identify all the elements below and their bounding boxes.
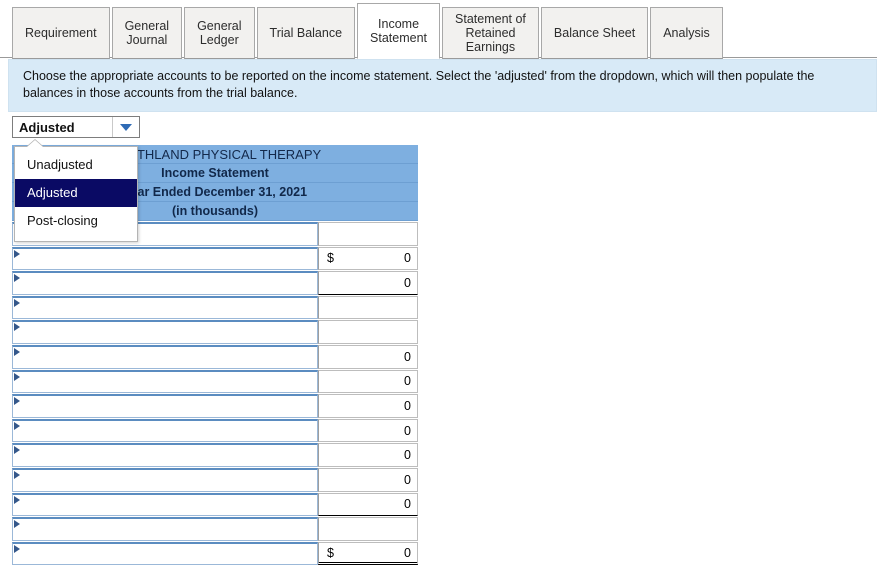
dropdown-option-unadjusted[interactable]: Unadjusted (15, 151, 137, 179)
table-row: $0 (12, 541, 418, 566)
table-row: 0 (12, 271, 418, 295)
account-name-cell[interactable] (12, 295, 318, 320)
table-row: $0 (12, 246, 418, 271)
tab-trial-balance[interactable]: Trial Balance (256, 7, 356, 59)
table-row (12, 320, 418, 344)
dropdown-notch-icon (27, 140, 43, 147)
expand-triangle-icon[interactable] (14, 495, 20, 504)
currency-symbol: $ (327, 251, 334, 266)
adjustment-select-value: Adjusted (19, 119, 75, 135)
account-name-cell[interactable] (12, 271, 318, 295)
amount-value: 0 (404, 398, 411, 413)
table-row (12, 295, 418, 320)
account-name-cell[interactable] (12, 492, 318, 517)
account-name-cell[interactable] (12, 344, 318, 369)
amount-value: 0 (404, 251, 411, 266)
expand-triangle-icon[interactable] (14, 372, 20, 381)
amount-cell[interactable]: 0 (318, 418, 418, 443)
amount-cell[interactable]: 0 (318, 443, 418, 467)
account-name-cell[interactable] (12, 443, 318, 467)
amount-cell[interactable]: 0 (318, 369, 418, 394)
dropdown-option-post-closing[interactable]: Post-closing (15, 207, 137, 235)
table-row: 0 (12, 467, 418, 492)
amount-cell[interactable] (318, 295, 418, 320)
tab-general-journal[interactable]: General Journal (111, 7, 183, 59)
account-name-cell[interactable] (12, 369, 318, 394)
amount-value: 0 (404, 349, 411, 364)
amount-cell[interactable] (318, 222, 418, 246)
expand-triangle-icon[interactable] (14, 397, 20, 406)
account-name-cell[interactable] (12, 541, 318, 566)
account-name-cell[interactable] (12, 467, 318, 492)
chevron-down-icon[interactable] (112, 117, 139, 137)
table-row: 0 (12, 443, 418, 467)
table-row (12, 517, 418, 541)
expand-triangle-icon[interactable] (14, 544, 20, 553)
amount-cell[interactable] (318, 517, 418, 541)
tab-strip: Requirement General Journal General Ledger… (0, 0, 895, 59)
tab-balance-sheet[interactable]: Balance Sheet (540, 7, 649, 59)
amount-value: 0 (404, 448, 411, 463)
tab-income-statement[interactable]: Income Statement (357, 3, 441, 59)
dropdown-option-adjusted[interactable]: Adjusted (15, 179, 137, 207)
amount-cell[interactable] (318, 320, 418, 344)
expand-triangle-icon[interactable] (14, 274, 20, 283)
expand-triangle-icon[interactable] (14, 249, 20, 258)
table-row: 0 (12, 394, 418, 418)
amount-value: 0 (404, 423, 411, 438)
amount-value: 0 (404, 275, 411, 290)
expand-triangle-icon[interactable] (14, 347, 20, 356)
adjustment-select-box[interactable]: Adjusted (12, 116, 140, 138)
tab-requirement[interactable]: Requirement (12, 7, 110, 59)
amount-cell[interactable]: 0 (318, 344, 418, 369)
amount-value: 0 (404, 472, 411, 487)
amount-cell[interactable]: 0 (318, 492, 418, 517)
table-row: 0 (12, 418, 418, 443)
expand-triangle-icon[interactable] (14, 520, 20, 529)
table-row: 0 (12, 344, 418, 369)
expand-triangle-icon[interactable] (14, 323, 20, 332)
expand-triangle-icon[interactable] (14, 421, 20, 430)
adjustment-select[interactable]: Adjusted (12, 116, 140, 138)
instruction-banner: Choose the appropriate accounts to be re… (8, 59, 877, 112)
amount-cell[interactable]: 0 (318, 271, 418, 295)
table-row: 0 (12, 369, 418, 394)
tab-list: Requirement General Journal General Ledger… (12, 0, 895, 59)
tab-analysis[interactable]: Analysis (650, 7, 723, 59)
amount-value: 0 (404, 545, 411, 560)
adjustment-dropdown-menu[interactable]: Unadjusted Adjusted Post-closing (14, 140, 138, 242)
tab-general-ledger[interactable]: General Ledger (184, 7, 255, 59)
table-row: 0 (12, 492, 418, 517)
amount-value: 0 (404, 374, 411, 389)
account-name-cell[interactable] (12, 394, 318, 418)
expand-triangle-icon[interactable] (14, 470, 20, 479)
expand-triangle-icon[interactable] (14, 446, 20, 455)
currency-symbol: $ (327, 545, 334, 560)
amount-cell[interactable]: $0 (318, 246, 418, 271)
expand-triangle-icon[interactable] (14, 298, 20, 307)
account-name-cell[interactable] (12, 320, 318, 344)
account-name-cell[interactable] (12, 517, 318, 541)
amount-cell[interactable]: 0 (318, 394, 418, 418)
statement-rows: $0 0 0 0 0 0 0 0 0 $0 (12, 222, 418, 566)
amount-cell[interactable]: $0 (318, 541, 418, 566)
tab-statement-of-retained-earnings[interactable]: Statement of Retained Earnings (442, 7, 539, 59)
amount-value: 0 (404, 497, 411, 512)
amount-cell[interactable]: 0 (318, 467, 418, 492)
account-name-cell[interactable] (12, 418, 318, 443)
account-name-cell[interactable] (12, 246, 318, 271)
